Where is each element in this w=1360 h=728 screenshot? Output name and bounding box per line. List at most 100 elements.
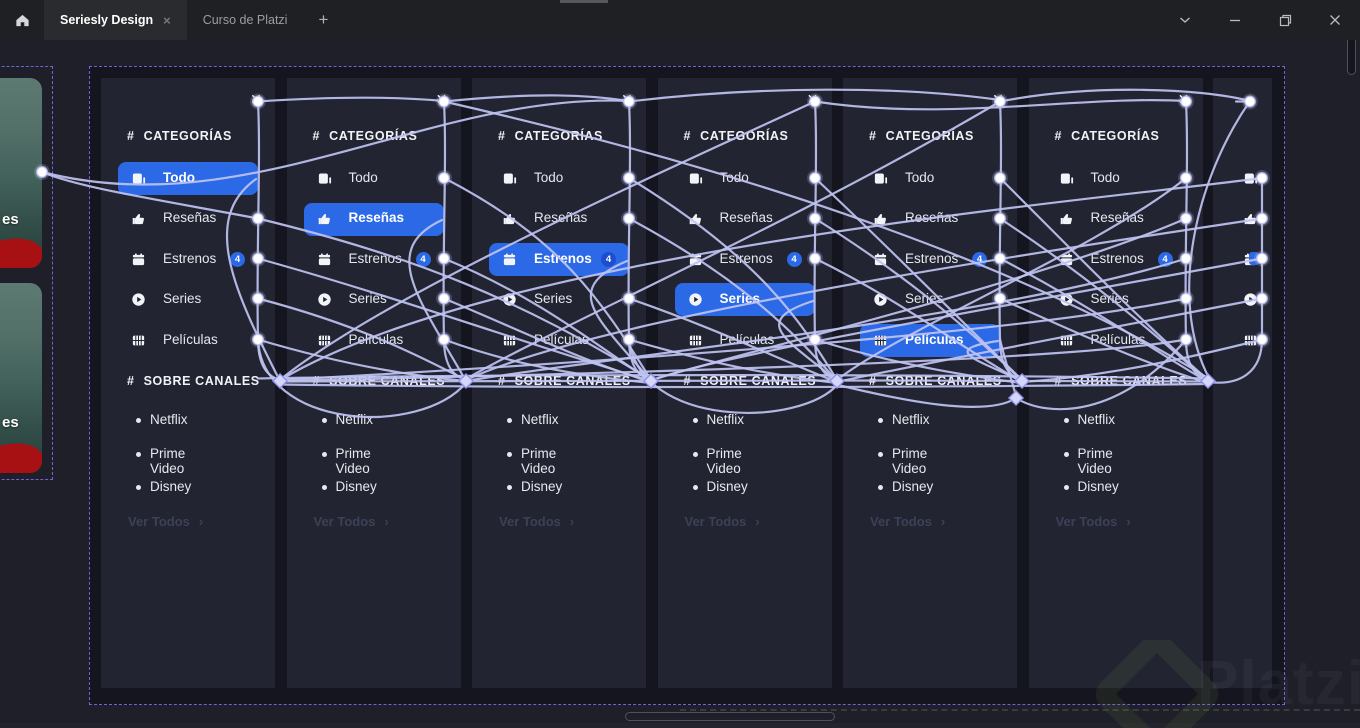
menu-item-resenas[interactable]	[1213, 202, 1272, 236]
menu-item-estrenos[interactable]: Estrenos 4	[1029, 243, 1203, 277]
channel-label: Disney	[892, 479, 934, 494]
frame-menu-series[interactable]: ✕ # CATEGORÍAS Todo Reseñas Estrenos 4 Series Pe…	[657, 78, 832, 688]
frame-menu-estrenos[interactable]: ✕ # CATEGORÍAS Todo Reseñas Estrenos 4 Series Pe…	[472, 78, 646, 688]
menu-item-todo[interactable]: Todo	[472, 162, 646, 196]
channels-heading: # SOBRE CANALES	[869, 374, 1002, 388]
menu-item-todo[interactable]: Todo	[287, 162, 461, 196]
window-controls	[1160, 0, 1360, 40]
home-button[interactable]	[0, 0, 44, 40]
menu-item-resenas[interactable]: Reseñas	[472, 202, 646, 236]
design-canvas[interactable]: es es ✕ # CATEGORÍAS Todo Reseñas Estrenos 4 Se…	[0, 40, 1360, 728]
play-circle-icon	[688, 292, 703, 307]
menu-item-estrenos[interactable]: Estrenos 4	[472, 243, 646, 277]
close-icon[interactable]: ✕	[806, 92, 820, 106]
menu-item-series[interactable]: Series	[658, 283, 832, 317]
todo-icon	[131, 171, 146, 186]
thumbs-up-icon	[131, 211, 146, 226]
thumbnail-frame-1[interactable]: es	[0, 78, 42, 268]
tab-seriesly-design[interactable]: Seriesly Design ×	[44, 0, 187, 40]
close-button[interactable]	[1310, 0, 1360, 40]
menu-item-label: Series	[534, 290, 573, 306]
menu-item-estrenos[interactable]: Estrenos 4	[101, 243, 275, 277]
tab-close-icon[interactable]: ×	[163, 14, 171, 27]
todo-icon	[502, 171, 517, 186]
menu-item-estrenos[interactable]: Estrenos 4	[287, 243, 461, 277]
close-icon[interactable]: ✕	[620, 92, 634, 106]
menu-item-peliculas[interactable]: Películas	[1029, 324, 1203, 358]
play-circle-icon	[317, 292, 332, 307]
menu-item-label: Series	[163, 290, 202, 306]
thumbnail-frame-2[interactable]: es	[0, 283, 42, 473]
close-icon[interactable]: ✕	[1177, 92, 1191, 106]
hash-icon: #	[498, 374, 506, 388]
menu-item-peliculas[interactable]: Películas	[843, 324, 1017, 358]
menu-item-label: Películas	[719, 331, 775, 347]
menu-item-peliculas[interactable]: Películas	[101, 324, 275, 358]
frame-menu-default[interactable]: ✕ # CATEGORÍAS Todo Reseñas Estrenos 4 Series Pe…	[1028, 78, 1203, 688]
badge-count: 4	[415, 252, 431, 267]
menu-item-todo[interactable]: Todo	[101, 162, 275, 196]
menu-item-series[interactable]: Series	[101, 283, 275, 317]
play-circle-icon	[131, 292, 146, 307]
menu-item-estrenos[interactable]	[1213, 243, 1272, 277]
menu-item-todo[interactable]	[1213, 162, 1272, 196]
frame-menu-peliculas[interactable]: ✕ # CATEGORÍAS Todo Reseñas Estrenos 4 Series Pe…	[843, 78, 1017, 688]
channels-heading: # SOBRE CANALES	[312, 374, 446, 388]
tab-label: Curso de Platzi	[202, 13, 288, 27]
menu-item-series[interactable]: Series	[1029, 283, 1203, 317]
restore-button[interactable]	[1260, 0, 1310, 40]
horizontal-scrollbar[interactable]	[625, 712, 835, 721]
bullet-icon	[321, 485, 327, 490]
chevron-right-icon: ›	[198, 514, 204, 529]
menu-item-series[interactable]	[1213, 283, 1272, 317]
menu-item-peliculas[interactable]: Películas	[287, 324, 461, 358]
channels-heading: # SOBRE CANALES	[1054, 374, 1188, 388]
menu-item-estrenos[interactable]: Estrenos 4	[843, 243, 1017, 277]
close-icon[interactable]: ✕	[435, 92, 449, 106]
badge-count: 4	[601, 252, 616, 267]
new-tab-button[interactable]: +	[303, 0, 343, 40]
calendar-icon	[873, 252, 888, 267]
menu-item-todo[interactable]: Todo	[843, 162, 1017, 196]
titlebar-spacer	[343, 0, 1160, 40]
menu-item-peliculas[interactable]: Películas	[658, 324, 832, 358]
menu-item-resenas[interactable]: Reseñas	[101, 202, 275, 236]
menu-item-todo[interactable]: Todo	[1029, 162, 1203, 196]
thumbnail-artwork	[0, 231, 42, 268]
frame-menu-todo[interactable]: ✕ # CATEGORÍAS Todo Reseñas Estrenos 4 Series Pe…	[101, 78, 275, 688]
hash-icon: #	[127, 129, 135, 143]
menu-item-label: Estrenos	[905, 250, 959, 266]
close-icon[interactable]: ✕	[991, 92, 1005, 106]
menu-item-series[interactable]: Series	[287, 283, 461, 317]
ver-todos-link[interactable]: Ver Todos ›	[1056, 514, 1131, 529]
frame-menu-partial[interactable]	[1213, 78, 1272, 688]
frame-menu-resenas[interactable]: ✕ # CATEGORÍAS Todo Reseñas Estrenos 4 Series Pe…	[286, 78, 461, 688]
menu-item-resenas[interactable]: Reseñas	[843, 202, 1017, 236]
menu-item-series[interactable]: Series	[843, 283, 1017, 317]
bullet-icon	[321, 418, 327, 423]
menu-item-resenas[interactable]: Reseñas	[287, 202, 461, 236]
menu-item-label: Reseñas	[163, 210, 217, 225]
ver-todos-link[interactable]: Ver Todos ›	[314, 514, 389, 529]
menu-item-todo[interactable]: Todo	[658, 162, 832, 196]
ver-todos-link[interactable]: Ver Todos ›	[685, 514, 760, 529]
menu-item-resenas[interactable]: Reseñas	[658, 202, 832, 236]
ver-todos-link[interactable]: Ver Todos ›	[128, 514, 203, 529]
ver-todos-link[interactable]: Ver Todos ›	[499, 514, 574, 529]
minimize-button[interactable]	[1210, 0, 1260, 40]
ver-todos-link[interactable]: Ver Todos ›	[870, 514, 945, 529]
vertical-scrollbar[interactable]	[1347, 37, 1356, 75]
menu-item-peliculas[interactable]	[1213, 324, 1272, 358]
chevron-down-icon[interactable]	[1160, 0, 1210, 40]
close-icon[interactable]: ✕	[249, 92, 263, 106]
menu-item-estrenos[interactable]: Estrenos 4	[658, 243, 832, 277]
thumbs-up-icon	[688, 211, 703, 226]
calendar-icon	[1059, 252, 1074, 267]
channel-label: Netflix	[335, 412, 374, 427]
menu-item-peliculas[interactable]: Películas	[472, 324, 646, 358]
hash-icon: #	[1054, 129, 1063, 143]
menu-item-resenas[interactable]: Reseñas	[1029, 202, 1203, 236]
todo-icon	[873, 171, 888, 186]
menu-item-series[interactable]: Series	[472, 283, 646, 317]
tab-curso-de-platzi[interactable]: Curso de Platzi	[187, 0, 304, 40]
